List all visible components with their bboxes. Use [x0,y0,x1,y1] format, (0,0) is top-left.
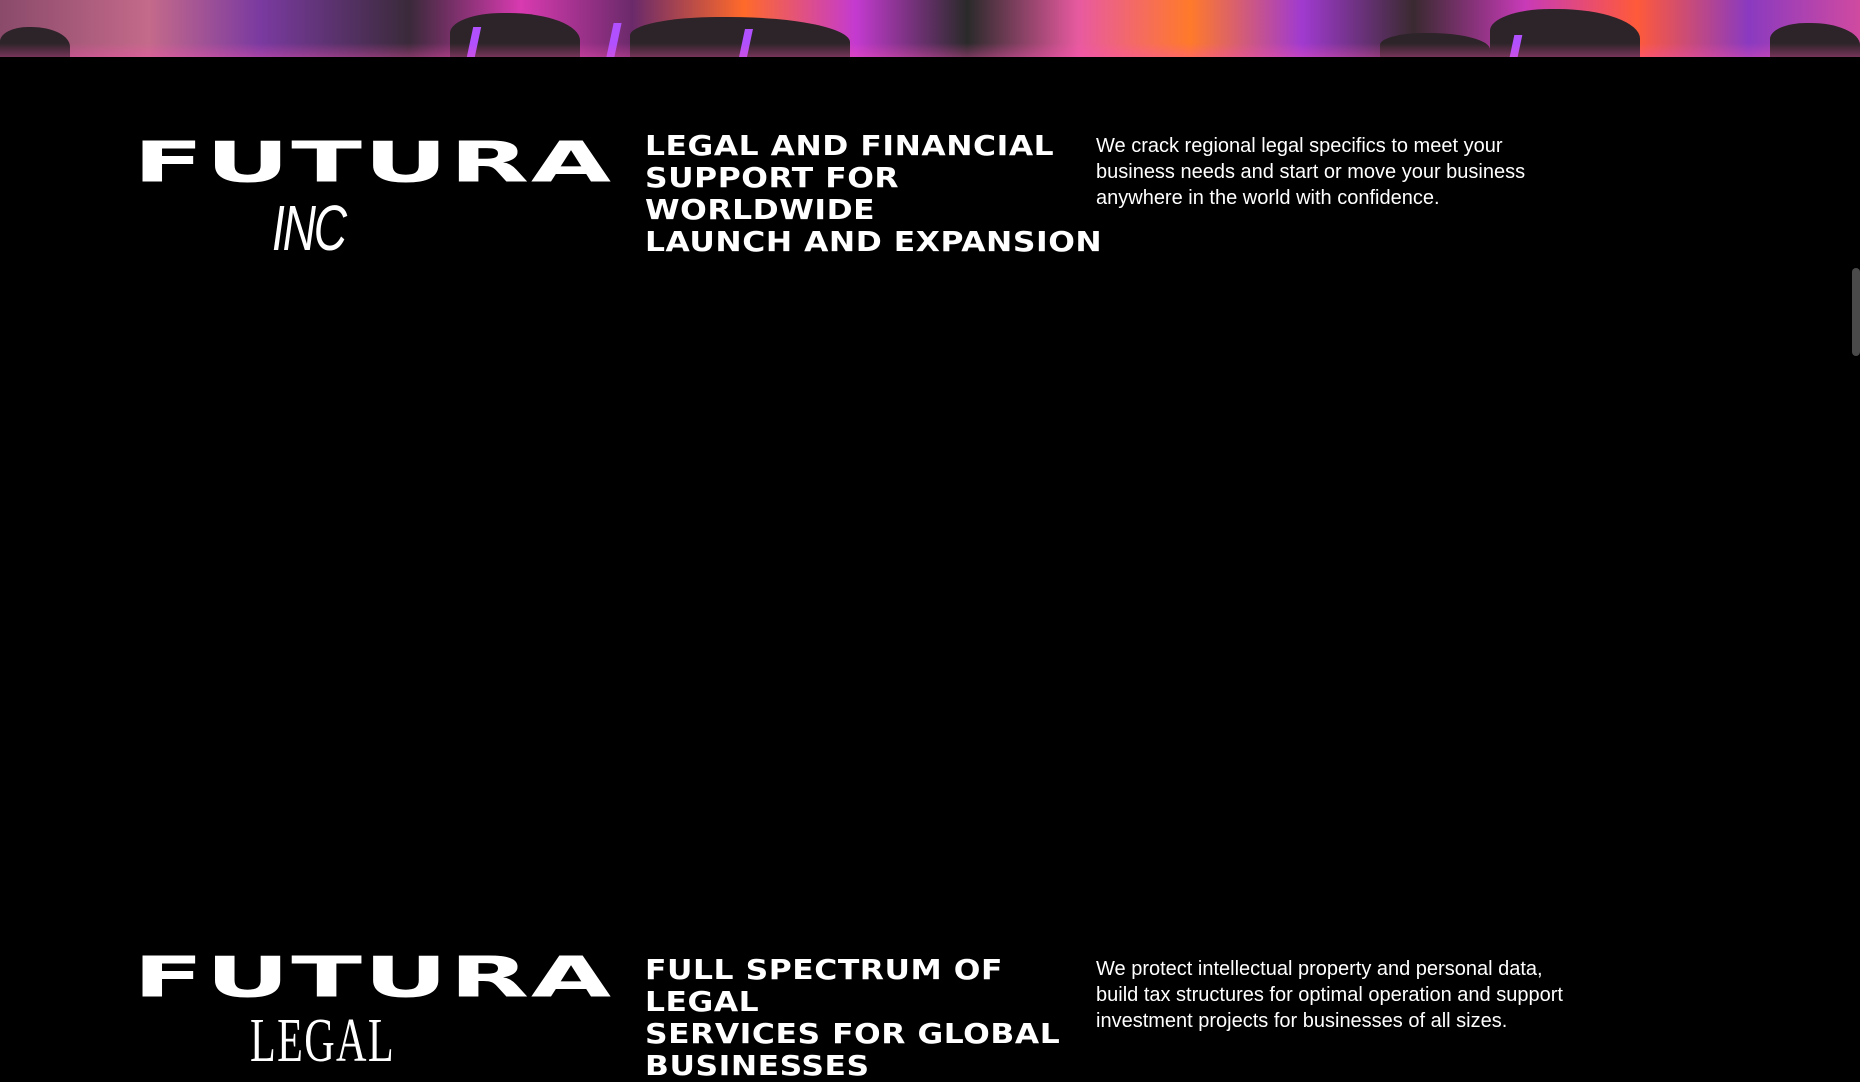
scrollbar-thumb[interactable] [1852,268,1860,356]
heading-line: LAUNCH AND EXPANSION [645,225,1103,258]
heading-line: BUSINESSES [645,1049,870,1082]
section-heading: FULL SPECTRUM OF LEGAL SERVICES FOR GLOB… [645,954,1115,1082]
hero-image-strip [0,0,1860,57]
heading-line: LEGAL AND FINANCIAL [645,129,1055,162]
section-description: We protect intellectual property and per… [1096,958,1563,1032]
futura-inc-logo-sub: INC [272,192,347,264]
heading-line: SERVICES FOR GLOBAL [645,1017,1061,1050]
futura-legal-logo-sub: LEGAL [250,1007,395,1075]
section-heading: LEGAL AND FINANCIAL SUPPORT FOR WORLDWID… [645,130,1115,258]
heading-line: SUPPORT FOR WORLDWIDE [645,161,900,226]
section-description: We crack regional legal specifics to mee… [1096,135,1526,209]
heading-line: FULL SPECTRUM OF LEGAL [645,953,1003,1018]
